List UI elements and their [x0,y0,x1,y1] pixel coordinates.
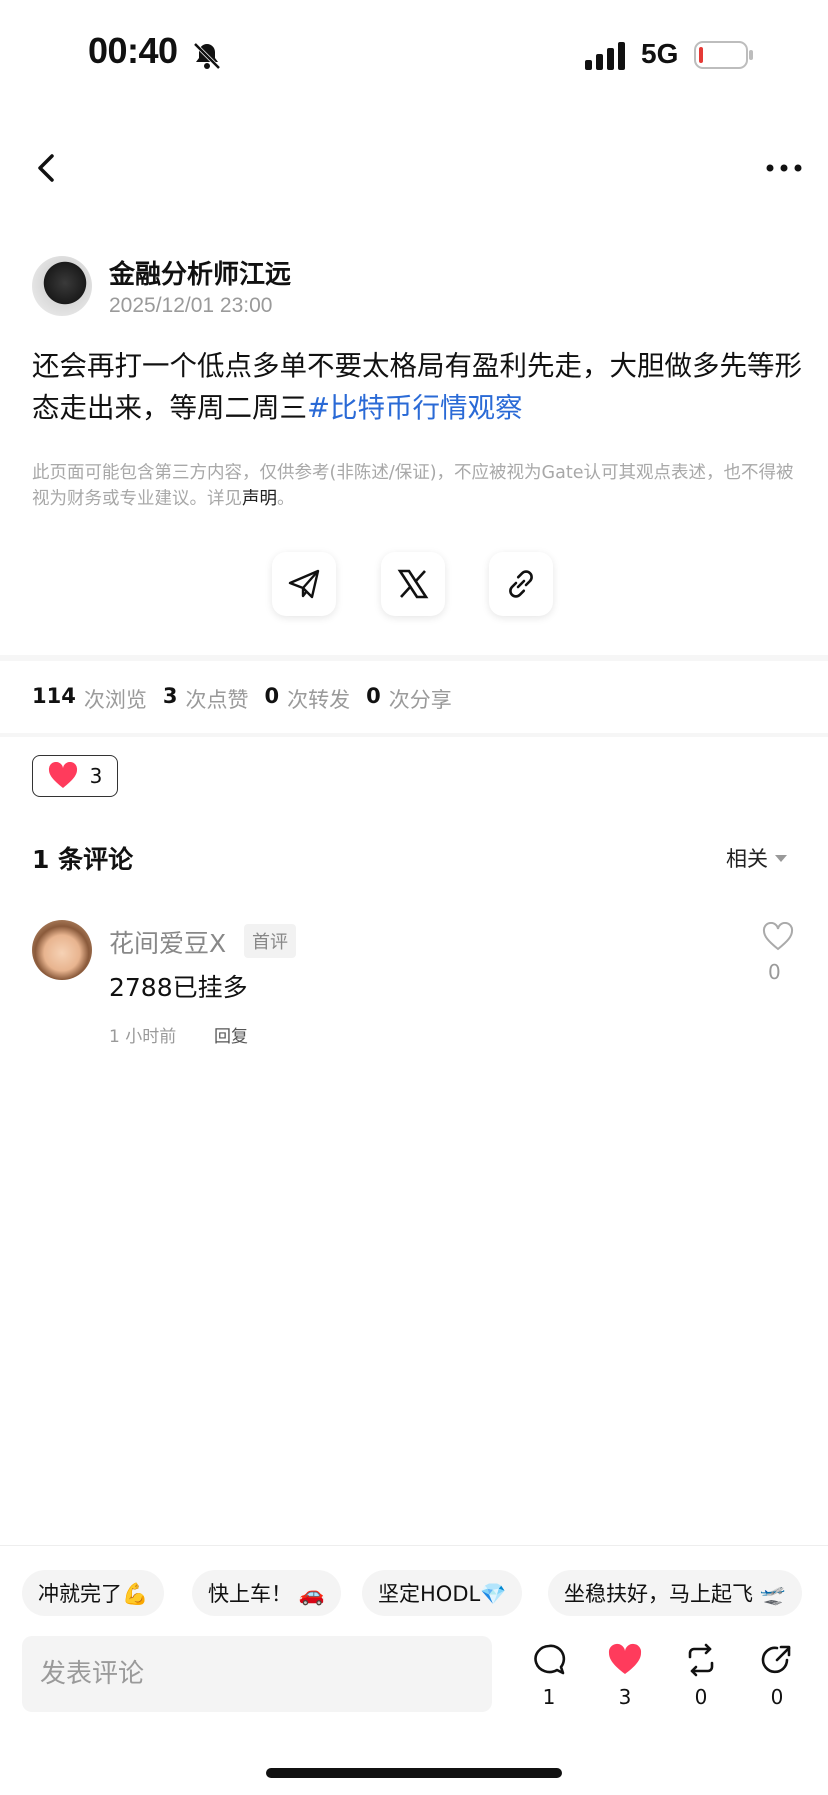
reposts-count: 0 [264,684,280,708]
post-stats: 114 次浏览 3 次点赞 0 次转发 0 次分享 [32,684,468,714]
disclaimer: 此页面可能包含第三方内容，仅供参考(非陈述/保证)，不应被视为Gate认可其观点… [32,460,802,512]
section-divider [0,733,828,737]
reaction-button[interactable]: 3 [32,755,118,797]
share-telegram-button[interactable] [272,552,336,616]
signal-icon [585,42,625,70]
link-icon [509,570,533,598]
x-logo-icon [397,569,429,599]
reaction-count: 3 [89,764,103,788]
home-indicator [266,1768,562,1778]
quick-reply-chip[interactable]: 快上车！ 🚗 [192,1570,341,1616]
bell-muted-icon [193,42,221,70]
commenter-name[interactable]: 花间爱豆X [109,924,226,960]
disclaimer-link[interactable]: 声明 [242,489,277,509]
back-icon[interactable] [30,148,64,188]
reposts-label: 次转发 [287,688,351,712]
status-time: 00:40 [88,30,178,71]
comment-reply-button[interactable]: 回复 [214,1022,248,1047]
comment-sort-select[interactable]: 相关 [726,843,788,873]
more-icon[interactable] [764,158,804,178]
comment-icon[interactable] [532,1643,566,1677]
repost-icon[interactable] [684,1643,718,1677]
quick-reply-chip[interactable]: 冲就完了💪 [22,1570,165,1616]
quick-reply-chip[interactable]: 坐稳扶好，马上起飞 🛫 [548,1570,802,1616]
disclaimer-text: 此页面可能包含第三方内容，仅供参考(非陈述/保证)，不应被视为Gate认可其观点… [32,463,794,509]
comment-time: 1 小时前 [109,1027,177,1047]
bottom-divider [0,1545,828,1546]
likes-action-count: 3 [618,1685,632,1709]
network-type: 5G [641,38,679,69]
section-divider [0,655,828,661]
author-avatar[interactable] [32,256,92,316]
post-content: 还会再打一个低点多单不要太格局有盈利先走，大胆做多先等形态走出来，等周二周三#比… [32,345,802,429]
sort-label: 相关 [726,847,768,871]
likes-count: 3 [162,684,178,708]
post-hashtag[interactable]: #比特币行情观察 [307,392,523,424]
first-comment-badge: 首评 [244,924,296,958]
shares-label: 次分享 [388,688,452,712]
shares-count: 0 [366,684,381,708]
views-count: 114 [32,684,76,708]
comment-input[interactable] [22,1636,492,1712]
heart-outline-icon[interactable] [762,922,794,952]
quick-reply-chip[interactable]: 坚定HODL💎 [362,1570,523,1616]
disclaimer-suffix: 。 [277,489,295,509]
shares-action-count: 0 [770,1685,784,1709]
telegram-icon [288,569,320,599]
reposts-action-count: 0 [694,1685,708,1709]
battery-icon [694,41,753,69]
comments-count: 1 [542,1685,556,1709]
comment-like-count: 0 [768,960,781,984]
heart-filled-icon[interactable] [608,1643,642,1677]
post-timestamp: 2025/12/01 23:00 [109,294,273,317]
share-icon[interactable] [760,1643,794,1677]
heart-icon [48,762,77,788]
copy-link-button[interactable] [489,552,553,616]
caret-down-icon [775,855,787,862]
likes-label: 次点赞 [185,688,249,712]
share-x-button[interactable] [381,552,445,616]
comments-title: 1 条评论 [32,845,134,874]
commenter-avatar[interactable] [32,920,92,980]
comment-text: 2788已挂多 [109,973,248,1002]
author-name[interactable]: 金融分析师江远 [109,254,291,291]
views-label: 次浏览 [83,688,147,712]
